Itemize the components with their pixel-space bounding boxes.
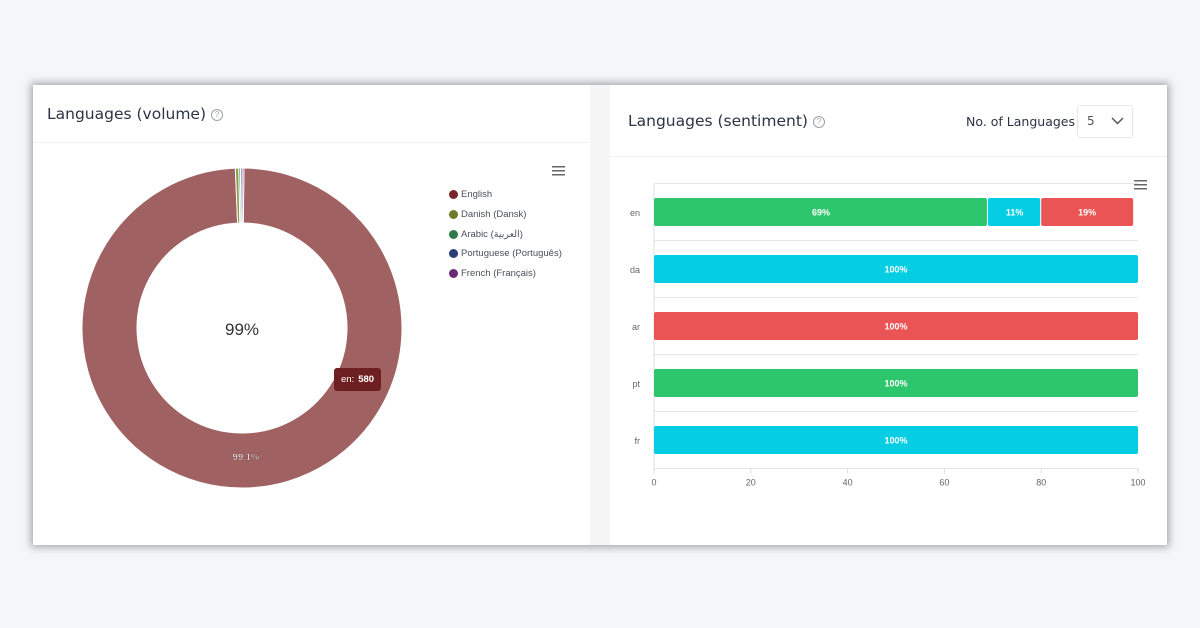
- languages-volume-panel: Languages (volume)? 99% 99.1% en: 580 Eng…: [33, 85, 590, 545]
- legend-label: French (Français): [461, 268, 536, 280]
- tooltip-key: en:: [341, 374, 355, 385]
- category-label: en: [630, 208, 640, 218]
- legend-label: Danish (Dansk): [461, 209, 527, 221]
- panel-title: Languages (volume)?: [47, 105, 224, 123]
- bar-data-label: 69%: [812, 208, 830, 218]
- bar-data-label: 100%: [884, 265, 907, 275]
- legend-label: English: [461, 189, 493, 201]
- bar-data-label: 100%: [884, 379, 907, 389]
- legend-label: Arabic (العربية): [461, 228, 523, 240]
- tooltip-value: 580: [358, 374, 375, 385]
- panel-title: Languages (sentiment)?: [628, 112, 825, 130]
- sentiment-bar-chart: 69% 11% 19% 100% 100% 100% 100% en da ar pt fr 0 20…: [630, 183, 1146, 488]
- dashboard-frame: Languages (volume)? 99% 99.1% en: 580 Eng…: [33, 85, 1167, 545]
- panel-header: Languages (sentiment)? No. of Languages …: [610, 85, 1167, 157]
- x-tick-label: 0: [651, 478, 656, 488]
- chevron-down-icon: [1111, 117, 1124, 125]
- category-label: da: [630, 265, 640, 275]
- legend-item[interactable]: Portuguese (Português): [449, 244, 562, 264]
- x-tick-label: 80: [1036, 478, 1046, 488]
- legend-dot-icon: [449, 190, 458, 200]
- legend-item[interactable]: English: [449, 185, 562, 205]
- chart-legend: English Danish (Dansk) Arabic (العربية) Por…: [449, 185, 562, 283]
- no-of-languages-select[interactable]: 5: [1077, 105, 1133, 138]
- legend-label: Portuguese (Português): [461, 248, 562, 260]
- category-label: pt: [632, 379, 640, 389]
- category-label: fr: [635, 436, 641, 446]
- no-of-languages-label: No. of Languages: [966, 114, 1075, 129]
- legend-dot-icon: [449, 249, 458, 259]
- legend-dot-icon: [449, 269, 458, 279]
- bar-data-label: 11%: [1006, 208, 1024, 218]
- donut-slice-fr[interactable]: [241, 167, 245, 224]
- select-value: 5: [1087, 114, 1095, 128]
- legend-item[interactable]: Arabic (العربية): [449, 224, 562, 244]
- donut-center-label: 99%: [225, 320, 259, 339]
- category-label: ar: [632, 322, 640, 332]
- legend-dot-icon: [449, 229, 458, 239]
- bar-data-label: 100%: [884, 436, 907, 446]
- x-tick-label: 60: [939, 478, 949, 488]
- bar-data-label: 19%: [1078, 208, 1096, 218]
- bar-data-label: 100%: [884, 322, 907, 332]
- x-tick-label: 20: [746, 478, 756, 488]
- panel-header: Languages (volume)?: [33, 85, 590, 143]
- help-icon[interactable]: ?: [211, 109, 224, 121]
- x-tick-label: 40: [843, 478, 853, 488]
- legend-dot-icon: [449, 210, 458, 220]
- legend-item[interactable]: Danish (Dansk): [449, 205, 562, 225]
- title-text: Languages (sentiment): [628, 112, 808, 130]
- languages-sentiment-panel: Languages (sentiment)? No. of Languages …: [610, 85, 1167, 545]
- x-tick-label: 100: [1130, 478, 1145, 488]
- title-text: Languages (volume): [47, 105, 207, 123]
- slice-data-label: 99.1%: [233, 452, 260, 463]
- chart-tooltip: en: 580: [334, 368, 382, 391]
- legend-item[interactable]: French (Français): [449, 264, 562, 284]
- help-icon[interactable]: ?: [812, 116, 825, 128]
